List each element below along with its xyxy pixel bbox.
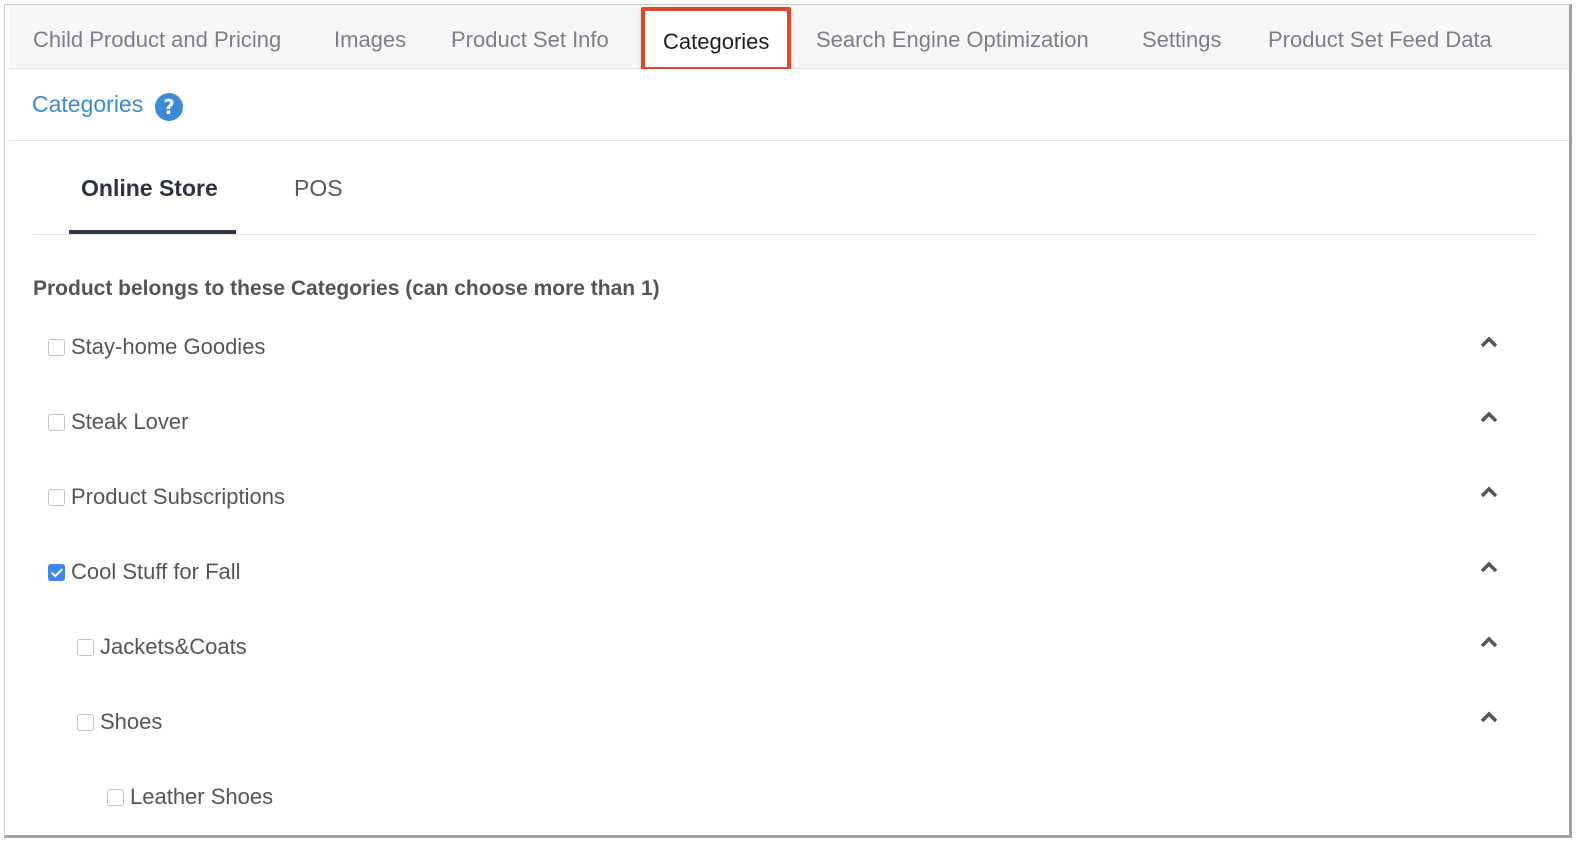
category-checkbox[interactable]	[107, 789, 124, 806]
category-row-stay-home-goodies: Stay-home Goodies	[5, 331, 1498, 363]
tab-settings[interactable]: Settings	[1142, 5, 1222, 69]
tab-search-engine-optimization[interactable]: Search Engine Optimization	[816, 5, 1089, 69]
category-checkbox[interactable]	[77, 714, 94, 731]
category-label: Leather Shoes	[130, 784, 274, 809]
store-type-tabs: Online Store POS	[33, 145, 1537, 235]
tab-product-set-info[interactable]: Product Set Info	[451, 5, 609, 69]
tab-images[interactable]: Images	[334, 5, 406, 69]
product-set-editor: Child Product and Pricing Images Product…	[4, 4, 1572, 838]
tab-child-product-and-pricing[interactable]: Child Product and Pricing	[33, 5, 281, 69]
category-row-product-subscriptions: Product Subscriptions	[5, 481, 1498, 513]
category-row-steak-lover: Steak Lover	[5, 406, 1498, 438]
section-title: Categories	[32, 91, 144, 117]
chevron-up-icon[interactable]	[1479, 485, 1499, 499]
category-label: Shoes	[100, 709, 163, 734]
tab-product-set-feed-data[interactable]: Product Set Feed Data	[1268, 5, 1492, 69]
tab-online-store[interactable]: Online Store	[81, 175, 218, 202]
category-label: Stay-home Goodies	[71, 334, 266, 359]
category-row-cool-stuff-for-fall: Cool Stuff for Fall	[5, 556, 1498, 588]
category-label: Product Subscriptions	[71, 484, 285, 509]
category-label: Steak Lover	[71, 409, 189, 434]
question-circle-icon[interactable]: ?	[155, 93, 183, 121]
category-checkbox[interactable]	[48, 489, 65, 506]
chevron-up-icon[interactable]	[1479, 410, 1499, 424]
chevron-up-icon[interactable]	[1479, 635, 1499, 649]
category-checkbox[interactable]	[48, 339, 65, 356]
category-label: Cool Stuff for Fall	[71, 559, 241, 584]
category-row-leather-shoes: Leather Shoes	[5, 781, 1475, 813]
active-tab-indicator	[69, 230, 236, 234]
chevron-up-icon[interactable]	[1479, 335, 1499, 349]
tab-pos[interactable]: POS	[294, 175, 343, 202]
category-checkbox[interactable]	[77, 639, 94, 656]
categories-heading: Product belongs to these Categories (can…	[33, 277, 660, 300]
category-checkbox[interactable]	[48, 414, 65, 431]
section-header: Categories ?	[9, 69, 1569, 141]
category-checkbox-checked[interactable]	[48, 564, 65, 581]
tab-categories[interactable]: Categories	[641, 7, 792, 71]
category-label: Jackets&Coats	[100, 634, 247, 659]
category-row-jackets-coats: Jackets&Coats	[5, 631, 1498, 663]
category-row-shoes: Shoes	[5, 706, 1498, 738]
chevron-up-icon[interactable]	[1479, 710, 1499, 724]
chevron-up-icon[interactable]	[1479, 560, 1499, 574]
top-tab-bar: Child Product and Pricing Images Product…	[9, 5, 1569, 71]
